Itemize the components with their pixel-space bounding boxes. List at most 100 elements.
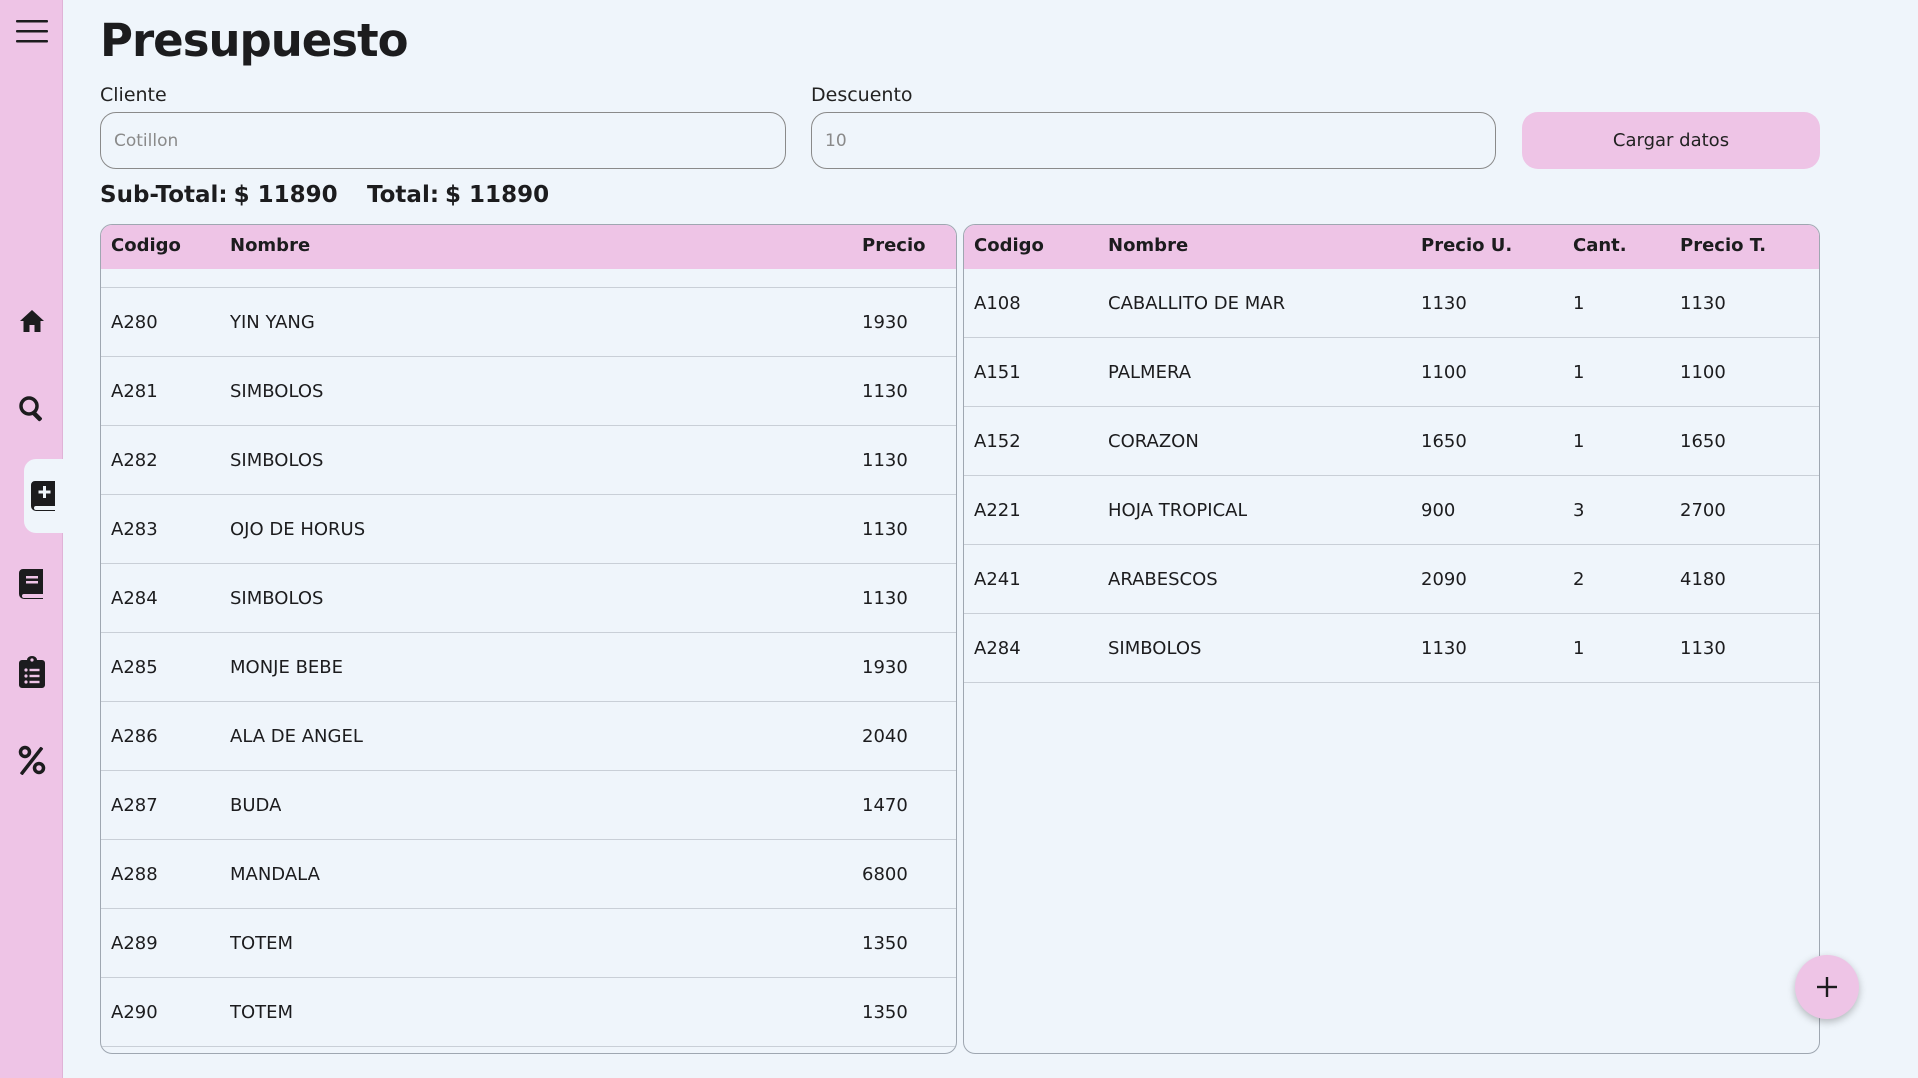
clipboard-icon bbox=[18, 656, 45, 688]
budget-row[interactable]: A152 CORAZON 1650 1 1650 bbox=[964, 407, 1819, 476]
budget-row[interactable]: A151 PALMERA 1100 1 1100 bbox=[964, 338, 1819, 407]
row-codigo: A108 bbox=[974, 292, 1021, 314]
sidebar-item-presupuesto[interactable] bbox=[24, 459, 63, 533]
row-nombre: MONJE BEBE bbox=[230, 656, 344, 678]
row-codigo: A289 bbox=[111, 932, 158, 954]
catalog-row[interactable]: A288 MANDALA 6800 bbox=[101, 840, 956, 909]
budget-table-body: A108 CABALLITO DE MAR 1130 1 1130 A151 PALMERA… bbox=[964, 269, 1819, 683]
col-cant[interactable]: Cant. bbox=[1573, 235, 1627, 256]
row-nombre: CORAZON bbox=[1108, 430, 1199, 452]
descuento-input[interactable] bbox=[811, 112, 1496, 169]
catalog-row[interactable]: A286 ALA DE ANGEL 2040 bbox=[101, 702, 956, 771]
row-precio: 1350 bbox=[862, 1001, 908, 1023]
plus-icon bbox=[1817, 977, 1837, 997]
home-icon bbox=[19, 310, 44, 332]
percent-icon bbox=[18, 745, 45, 775]
row-codigo: A151 bbox=[974, 361, 1021, 383]
sidebar-item-catalog[interactable] bbox=[0, 553, 63, 615]
row-nombre: TOTEM bbox=[230, 1001, 294, 1023]
add-item-button[interactable] bbox=[1795, 955, 1859, 1019]
row-precio-t: 1100 bbox=[1680, 361, 1726, 383]
row-nombre: PALMERA bbox=[1108, 361, 1192, 383]
catalog-table: Codigo Nombre Precio A280 YIN YANG 1930 A28… bbox=[100, 224, 957, 1054]
col-codigo[interactable]: Codigo bbox=[974, 235, 1044, 256]
row-precio: 6800 bbox=[862, 863, 908, 885]
col-precio-t[interactable]: Precio T. bbox=[1680, 235, 1766, 256]
row-codigo: A286 bbox=[111, 725, 158, 747]
menu-button[interactable] bbox=[0, 0, 63, 62]
row-codigo: A285 bbox=[111, 656, 158, 678]
row-nombre: ALA DE ANGEL bbox=[230, 725, 363, 747]
sidebar bbox=[0, 0, 63, 1078]
row-codigo: A282 bbox=[111, 449, 158, 471]
row-nombre: MANDALA bbox=[230, 863, 320, 885]
row-nombre: OJO DE HORUS bbox=[230, 518, 366, 540]
row-nombre: HOJA TROPICAL bbox=[1108, 499, 1248, 521]
page-title: Presupuesto bbox=[100, 14, 408, 67]
row-precio: 1350 bbox=[862, 932, 908, 954]
row-precio-u: 1130 bbox=[1421, 637, 1467, 659]
sidebar-item-search[interactable] bbox=[0, 378, 63, 440]
row-cant: 1 bbox=[1573, 637, 1585, 659]
row-nombre: BUDA bbox=[230, 794, 282, 816]
row-precio: 1130 bbox=[862, 587, 908, 609]
catalog-row[interactable]: A282 SIMBOLOS 1130 bbox=[101, 426, 956, 495]
row-precio-t: 1130 bbox=[1680, 292, 1726, 314]
row-precio: 1930 bbox=[862, 311, 908, 333]
row-nombre: ARABESCOS bbox=[1108, 568, 1218, 590]
catalog-row[interactable]: A289 TOTEM 1350 bbox=[101, 909, 956, 978]
catalog-row[interactable]: A283 OJO DE HORUS 1130 bbox=[101, 495, 956, 564]
row-codigo: A288 bbox=[111, 863, 158, 885]
row-precio: 1130 bbox=[862, 518, 908, 540]
row-precio: 1130 bbox=[862, 380, 908, 402]
sidebar-item-orders[interactable] bbox=[0, 641, 63, 703]
row-cant: 1 bbox=[1573, 292, 1585, 314]
row-codigo: A290 bbox=[111, 1001, 158, 1023]
subtotal-value: $ 11890 bbox=[233, 182, 338, 208]
sidebar-item-discounts[interactable] bbox=[0, 729, 63, 791]
cargar-datos-button[interactable]: Cargar datos bbox=[1522, 112, 1820, 169]
add-book-icon bbox=[30, 481, 55, 511]
cliente-input[interactable] bbox=[100, 112, 786, 169]
row-nombre: SIMBOLOS bbox=[230, 587, 324, 609]
catalog-row[interactable]: A284 SIMBOLOS 1130 bbox=[101, 564, 956, 633]
row-precio: 1130 bbox=[862, 449, 908, 471]
row-precio-t: 1650 bbox=[1680, 430, 1726, 452]
row-nombre: TOTEM bbox=[230, 932, 294, 954]
row-cant: 3 bbox=[1573, 499, 1585, 521]
total-value: $ 11890 bbox=[445, 182, 550, 208]
catalog-row[interactable]: A285 MONJE BEBE 1930 bbox=[101, 633, 956, 702]
budget-table-header: Codigo Nombre Precio U. Cant. Precio T. bbox=[964, 225, 1819, 269]
row-codigo: A221 bbox=[974, 499, 1021, 521]
total-label: Total: bbox=[367, 182, 440, 208]
catalog-table-body[interactable]: A280 YIN YANG 1930 A281 SIMBOLOS 1130 A282 SIMB… bbox=[101, 245, 956, 1047]
total: Total: $ 11890 bbox=[367, 182, 549, 208]
catalog-row[interactable]: A281 SIMBOLOS 1130 bbox=[101, 357, 956, 426]
catalog-row[interactable]: A290 TOTEM 1350 bbox=[101, 978, 956, 1047]
row-nombre: YIN YANG bbox=[230, 311, 315, 333]
col-precio-u[interactable]: Precio U. bbox=[1421, 235, 1512, 256]
row-precio-u: 1100 bbox=[1421, 361, 1467, 383]
row-codigo: A241 bbox=[974, 568, 1021, 590]
col-nombre[interactable]: Nombre bbox=[1108, 235, 1188, 256]
row-precio-u: 1130 bbox=[1421, 292, 1467, 314]
catalog-row[interactable]: A280 YIN YANG 1930 bbox=[101, 288, 956, 357]
book-icon bbox=[18, 569, 43, 599]
budget-row[interactable]: A108 CABALLITO DE MAR 1130 1 1130 bbox=[964, 269, 1819, 338]
search-icon bbox=[18, 396, 42, 422]
row-codigo: A280 bbox=[111, 311, 158, 333]
budget-row[interactable]: A241 ARABESCOS 2090 2 4180 bbox=[964, 545, 1819, 614]
catalog-row[interactable]: A287 BUDA 1470 bbox=[101, 771, 956, 840]
row-precio-t: 4180 bbox=[1680, 568, 1726, 590]
row-precio-u: 900 bbox=[1421, 499, 1456, 521]
catalog-row-partial[interactable] bbox=[101, 245, 956, 288]
row-precio-t: 2700 bbox=[1680, 499, 1726, 521]
row-nombre: SIMBOLOS bbox=[230, 380, 324, 402]
cliente-label: Cliente bbox=[100, 84, 167, 106]
sidebar-item-home[interactable] bbox=[0, 290, 63, 352]
row-codigo: A287 bbox=[111, 794, 158, 816]
budget-row[interactable]: A221 HOJA TROPICAL 900 3 2700 bbox=[964, 476, 1819, 545]
menu-icon bbox=[15, 20, 48, 43]
budget-row[interactable]: A284 SIMBOLOS 1130 1 1130 bbox=[964, 614, 1819, 683]
row-cant: 1 bbox=[1573, 361, 1585, 383]
